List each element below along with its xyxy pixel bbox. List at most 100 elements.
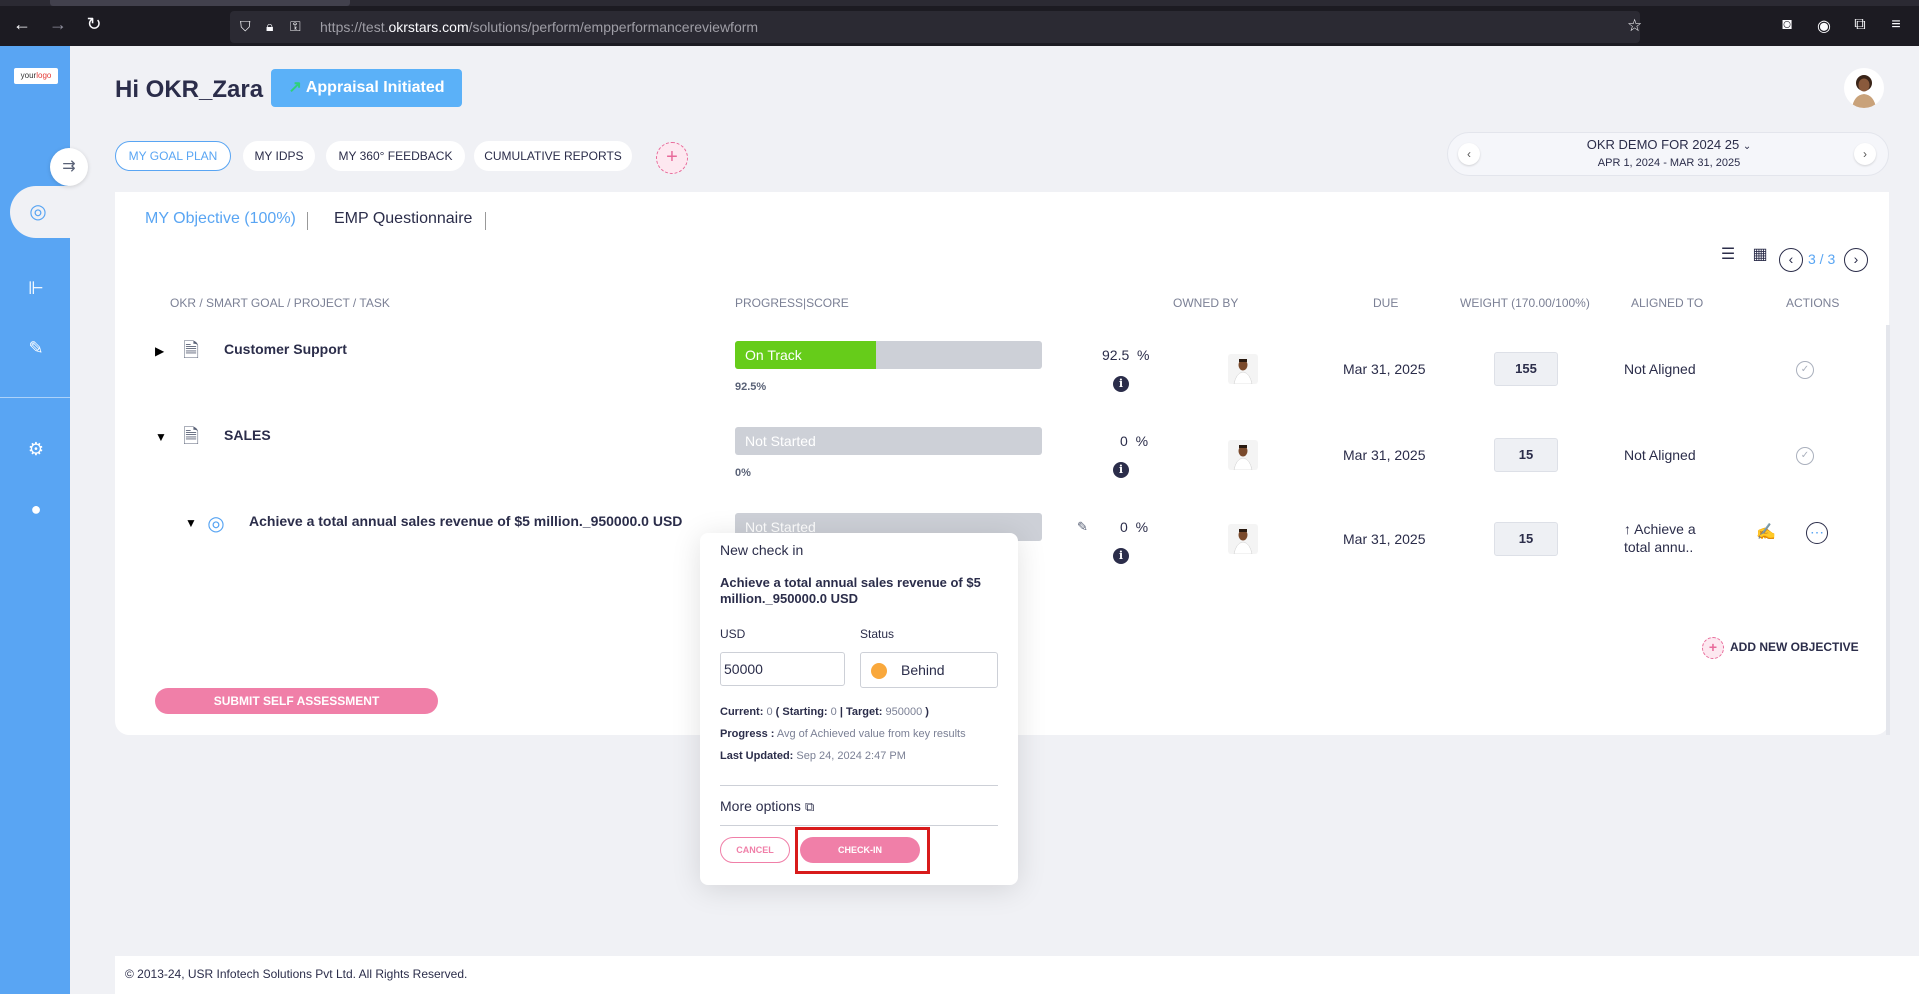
aligned-to-value[interactable]: ↑ Achieve a total annu.. [1624,520,1696,556]
target-close: ) [925,706,929,718]
aligned-line-1: ↑ Achieve a [1624,521,1696,537]
url-prefix: https://test. [320,19,389,35]
current-value: 0 [766,706,773,718]
more-options-icon[interactable]: ⋯ [1806,522,1828,544]
shield-icon[interactable]: ⛉ [240,18,251,35]
weight-value[interactable]: 155 [1494,352,1558,386]
gear-icon[interactable]: ⚙ [22,435,50,463]
submit-self-assessment-button[interactable]: SUBMIT SELF ASSESSMENT [155,688,438,714]
objective-icon: 🗎︎ [182,426,200,448]
weight-value[interactable]: 15 [1494,522,1558,556]
user-icon[interactable]: ● [22,495,50,523]
cancel-button[interactable]: CANCEL [720,837,790,863]
objective-title[interactable]: Customer Support [224,341,347,357]
lock-icon[interactable]: 🔒︎ [266,18,273,35]
extensions-icon[interactable]: ⧉ [1850,16,1870,34]
browser-toolbar: ← → ↻ ⛉ 🔒︎ ⚿ https://test.okrstars.com/s… [0,0,1919,46]
target-icon[interactable]: ◎ [24,198,52,226]
col-header-owned-by: OWNED BY [1173,296,1239,310]
add-tab-button[interactable]: + [656,142,688,174]
target-icon: ◎ [207,513,225,535]
address-bar[interactable]: ⛉ 🔒︎ ⚿ https://test.okrstars.com/solutio… [230,11,1642,43]
tab-my-idps[interactable]: MY IDPS [243,141,315,171]
owner-avatar[interactable] [1228,524,1258,554]
usd-label: USD [720,627,746,641]
period-title[interactable]: OKR DEMO FOR 2024 25 ⌄ [1448,137,1890,152]
collapse-caret-icon[interactable]: ▼ [185,516,197,530]
progress-status-label: Not Started [745,433,816,449]
progress-percent: 0% [735,467,751,479]
pocket-icon[interactable]: ◙ [1777,16,1797,34]
prev-page-icon[interactable]: ‹ [1779,248,1803,272]
logo-text-accent: logo [36,71,52,80]
url-text[interactable]: https://test.okrstars.com/solutions/perf… [320,19,758,35]
score-unit: % [1135,433,1149,449]
back-icon[interactable]: ← [12,14,32,34]
key-icon[interactable]: ⚿ [290,18,301,35]
status-select[interactable]: Behind [860,652,998,688]
checkin-hand-icon[interactable]: ✍ [1753,520,1779,546]
bookmark-star-icon[interactable]: ☆ [1627,16,1642,36]
collapse-caret-icon[interactable]: ▼ [155,430,167,444]
check-icon[interactable]: ✓ [1796,361,1814,379]
expand-caret-icon[interactable]: ▶ [155,344,164,358]
external-link-icon: ⧉ [804,799,815,814]
aligned-to-value: Not Aligned [1624,447,1696,463]
grid-view-icon[interactable]: ▦ [1751,246,1769,264]
owner-avatar[interactable] [1228,354,1258,384]
tab-my-goal-plan[interactable]: MY GOAL PLAN [115,141,231,171]
add-objective-label: ADD NEW OBJECTIVE [1730,640,1859,655]
user-avatar[interactable] [1844,68,1884,108]
menu-icon[interactable]: ≡ [1886,16,1906,34]
progress-bar[interactable]: Not Started [735,427,1042,455]
key-result-title[interactable]: Achieve a total annual sales revenue of … [249,513,682,529]
check-icon[interactable]: ✓ [1796,447,1814,465]
subtab-divider [307,212,308,230]
info-icon[interactable]: i [1113,462,1129,478]
objective-icon: 🗎︎ [182,340,200,362]
tab-cumulative-reports[interactable]: CUMULATIVE REPORTS [474,141,632,171]
tab-my-360-feedback[interactable]: MY 360° FEEDBACK [326,141,465,171]
score-value: 0 % [1120,519,1148,535]
due-date: Mar 31, 2025 [1343,447,1426,463]
status-label: Status [860,627,895,641]
edit-note-icon[interactable]: ✎ [1077,519,1088,535]
next-page-icon[interactable]: › [1844,248,1868,272]
usd-value-input[interactable]: 50000 [720,652,845,686]
info-icon[interactable]: i [1113,548,1129,564]
add-new-objective-button[interactable]: + ADD NEW OBJECTIVE [1702,637,1859,659]
period-next-icon[interactable]: › [1854,143,1876,165]
owner-avatar[interactable] [1228,440,1258,470]
account-icon[interactable]: ◉ [1814,16,1834,36]
subtab-my-objective[interactable]: MY Objective (100%) [145,210,296,228]
popup-title: New check in [720,542,804,558]
hierarchy-icon[interactable]: ⊩ [22,274,50,302]
reload-icon[interactable]: ↻ [84,14,104,34]
weight-value[interactable]: 15 [1494,438,1558,472]
objective-title[interactable]: SALES [224,427,271,443]
scrollbar[interactable] [1886,325,1890,735]
browser-tab[interactable] [50,0,350,6]
more-options-link[interactable]: More options ⧉ [720,798,814,815]
score-unit: % [1137,347,1150,363]
document-edit-icon[interactable]: ✎ [22,334,50,362]
appraisal-status-button[interactable]: ↗ Appraisal Initiated [271,69,462,107]
progress-info: Progress : Avg of Achieved value from ke… [720,728,966,740]
score-unit: % [1135,519,1149,535]
greeting-title: Hi OKR_Zara [115,76,264,103]
plus-icon: + [1702,637,1724,659]
col-header-actions: ACTIONS [1786,296,1840,310]
list-view-icon[interactable]: ☰ [1719,246,1737,264]
period-selector[interactable]: ‹ OKR DEMO FOR 2024 25 ⌄ APR 1, 2024 - M… [1447,132,1889,176]
target-label: | Target: [839,706,883,718]
collapse-sidebar-button[interactable]: ⇉ [50,148,88,186]
forward-icon[interactable]: → [48,14,68,34]
info-icon[interactable]: i [1113,376,1129,392]
subtab-emp-questionnaire[interactable]: EMP Questionnaire [334,210,472,228]
last-updated-info: Last Updated: Sep 24, 2024 2:47 PM [720,750,906,762]
appraisal-label: Appraisal Initiated [305,79,445,96]
brand-logo: yourlogo [14,68,58,84]
score-value: 92.5 % [1102,347,1149,363]
page-indicator: 3 / 3 [1808,251,1836,267]
progress-bar[interactable]: On Track [735,341,1042,369]
